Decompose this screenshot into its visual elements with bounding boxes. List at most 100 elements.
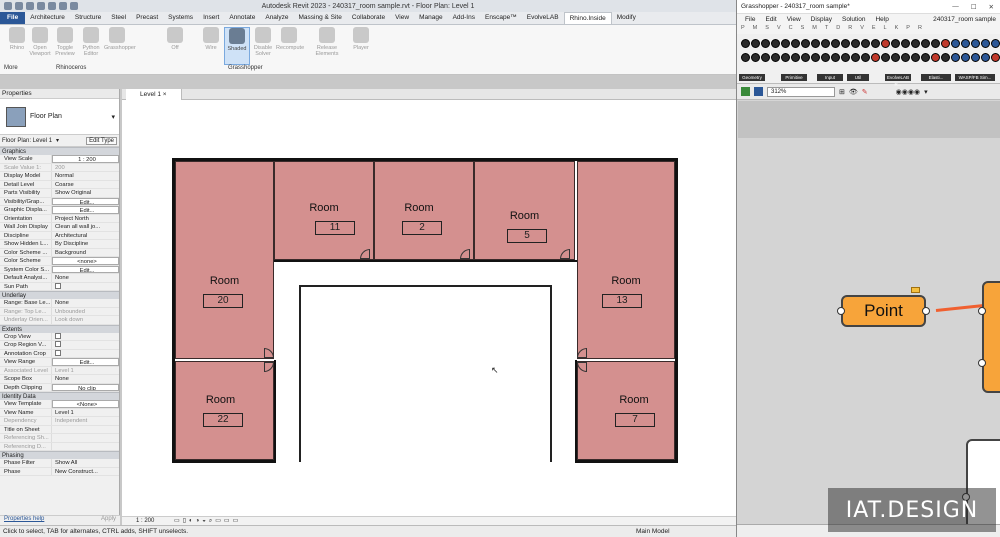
component-icon[interactable] [911,53,920,62]
shaded-button[interactable]: Shaded [224,27,250,65]
input-port[interactable] [837,307,845,315]
property-value[interactable]: Edit... [52,206,119,214]
tab-modify[interactable]: Modify [612,12,641,24]
point-component[interactable]: Point [841,295,926,327]
component-icon[interactable] [761,53,770,62]
palette-group-label[interactable]: Geometry [739,74,765,81]
component-tab[interactable]: S [765,25,769,34]
component-icon[interactable] [821,53,830,62]
chevron-down-icon[interactable]: ▾ [56,137,59,144]
checkbox[interactable] [55,282,61,289]
section-phasing[interactable]: Phasing [0,451,119,459]
component-icon[interactable] [921,53,930,62]
component-icon[interactable] [791,53,800,62]
property-value[interactable]: 1 : 200 [52,155,119,163]
display-mode-icons[interactable]: ◉◉◉◉ [896,88,920,96]
grasshopper-canvas[interactable]: Point [738,101,1000,524]
component-icon[interactable] [821,39,830,48]
component-icon[interactable] [781,53,790,62]
component-icon[interactable] [931,39,940,48]
component-icon[interactable] [811,39,820,48]
component-icon[interactable] [921,39,930,48]
tab-enscape-[interactable]: Enscape™ [480,12,522,24]
checkbox[interactable] [55,341,61,348]
property-value[interactable] [52,332,119,341]
component-icon[interactable] [741,39,750,48]
room-20[interactable]: Room 20 [175,161,274,359]
component-icon[interactable] [791,39,800,48]
component-icon[interactable] [991,39,1000,48]
component-icon[interactable] [981,53,990,62]
component-icon[interactable] [871,39,880,48]
component-icon[interactable] [951,53,960,62]
zoom-extents-icon[interactable]: ⊞ [839,88,845,96]
component-icon[interactable] [801,53,810,62]
property-value[interactable]: Edit... [52,358,119,366]
tab-evolvelab[interactable]: EvolveLAB [522,12,564,24]
component-tab[interactable]: E [872,25,876,34]
component-icon[interactable] [831,39,840,48]
tab-systems[interactable]: Systems [163,12,198,24]
output-port[interactable] [922,307,930,315]
component-icon[interactable] [881,39,890,48]
component-tab[interactable]: P [741,25,745,34]
component-icon[interactable] [751,53,760,62]
room-11[interactable]: Room 11 [274,161,374,260]
room-2[interactable]: Room 2 [374,161,474,260]
component-icon[interactable] [941,39,950,48]
tab-structure[interactable]: Structure [70,12,106,24]
property-value[interactable]: <None> [52,400,119,408]
component-icon[interactable] [831,53,840,62]
tab-manage[interactable]: Manage [414,12,448,24]
component-tab[interactable]: M [812,25,817,34]
release-elements-button[interactable]: Release Elements [314,27,340,57]
palette-group-label[interactable]: WASP/FB Sim... [955,74,995,81]
off-button[interactable]: Off [162,27,188,51]
palette-group-label[interactable]: Elasti... [921,74,951,81]
component-tab[interactable]: D [836,25,840,34]
ribbon-group-more[interactable]: More [4,65,18,71]
window-controls[interactable]: — ☐ ✕ [952,3,1000,11]
component-icon[interactable] [771,39,780,48]
component-icon[interactable] [781,39,790,48]
save-icon[interactable] [754,87,763,96]
component-icon[interactable] [761,39,770,48]
input-port[interactable] [978,307,986,315]
section-extents[interactable]: Extents [0,324,119,333]
property-value[interactable]: Edit... [52,197,119,205]
toggle-preview-button[interactable]: Toggle Preview [52,27,78,57]
python-editor-button[interactable]: Python Editor [78,27,104,57]
component-tab[interactable]: C [789,25,793,34]
room-5[interactable]: Room 5 [474,161,575,260]
tab-view[interactable]: View [390,12,414,24]
menu-solution[interactable]: Solution [842,16,866,23]
ribbon-group-rhinoceros[interactable]: Rhinoceros [56,65,86,71]
component-icon[interactable] [961,39,970,48]
component-icon[interactable] [851,53,860,62]
component-tab[interactable]: V [777,25,781,34]
property-value[interactable]: No clip [52,383,119,391]
property-value[interactable] [52,349,119,358]
tab-collaborate[interactable]: Collaborate [347,12,390,24]
property-value[interactable] [52,282,119,291]
component-icon[interactable] [961,53,970,62]
zoom-field[interactable]: 312% [767,86,835,97]
downstream-component[interactable] [982,281,1000,393]
menu-view[interactable]: View [787,16,801,23]
component-icon[interactable] [901,53,910,62]
component-icon[interactable] [771,53,780,62]
component-icon[interactable] [861,39,870,48]
tab-insert[interactable]: Insert [198,12,224,24]
component-icon[interactable] [971,53,980,62]
component-icon[interactable] [901,39,910,48]
palette-group-label[interactable]: Util [847,74,869,81]
close-icon[interactable]: × [163,91,167,98]
checkbox[interactable] [55,332,61,339]
sketch-icon[interactable]: ✎ [862,88,868,96]
component-tab[interactable]: K [895,25,899,34]
menu-edit[interactable]: Edit [765,16,776,23]
ribbon-group-grasshopper[interactable]: Grasshopper [228,65,263,71]
tab-architecture[interactable]: Architecture [25,12,70,24]
component-icon[interactable] [811,53,820,62]
open-viewport-button[interactable]: Open Viewport [27,27,53,57]
